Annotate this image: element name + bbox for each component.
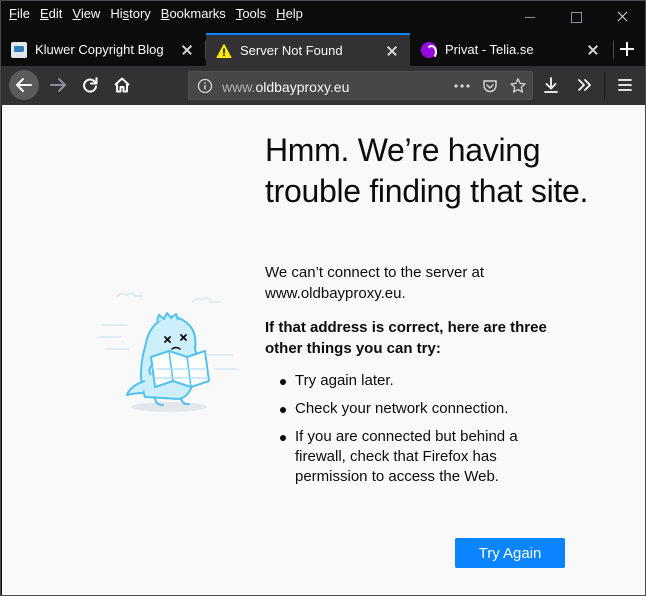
overflow-chevron-icon[interactable] — [575, 75, 595, 95]
reload-button[interactable] — [75, 70, 105, 100]
browser-window: File Edit View History Bookmarks Tools H… — [0, 0, 646, 596]
tab-server-not-found-label: Server Not Found — [240, 43, 343, 58]
tab-server-not-found[interactable]: Server Not Found — [206, 33, 410, 66]
list-item: If you are connected but behind a firewa… — [280, 427, 540, 487]
home-icon — [114, 77, 130, 93]
menu-items: File Edit View History Bookmarks Tools H… — [9, 6, 313, 22]
tab-separator — [613, 41, 614, 59]
menu-history[interactable]: History — [110, 6, 150, 22]
error-title: Hmm. We’re having trouble finding that s… — [265, 132, 589, 209]
url-text[interactable]: www.oldbayproxy.eu — [222, 79, 349, 95]
forward-arrow-icon — [50, 78, 66, 92]
menu-file[interactable]: File — [9, 6, 30, 22]
home-button[interactable] — [107, 70, 137, 100]
navigation-toolbar: www.oldbayproxy.eu — [1, 66, 645, 105]
page-actions-icon[interactable] — [453, 78, 471, 94]
info-icon[interactable] — [197, 78, 213, 94]
menu-help-mnemonic: H — [276, 6, 286, 21]
menu-edit[interactable]: Edit — [40, 6, 62, 22]
kluwer-favicon — [11, 41, 27, 58]
suggestions-heading: If that address is correct, here are thr… — [265, 319, 547, 357]
tab-telia-label: Privat - Telia.se — [445, 42, 534, 57]
tab-close-icon[interactable] — [179, 42, 195, 58]
bookmark-star-icon[interactable] — [509, 77, 527, 95]
menu-tools-label: ools — [242, 6, 267, 21]
url-bar[interactable]: www.oldbayproxy.eu — [188, 71, 533, 100]
pocket-icon[interactable] — [482, 78, 498, 94]
download-icon[interactable] — [541, 75, 561, 95]
menu-history-pre: Hi — [110, 6, 123, 21]
menu-edit-label: dit — [48, 6, 63, 21]
tab-close-icon[interactable] — [384, 43, 400, 59]
reload-icon — [83, 77, 98, 93]
menu-view-mnemonic: V — [72, 6, 81, 21]
menu-view[interactable]: View — [72, 6, 100, 22]
forward-button[interactable] — [43, 70, 73, 100]
menu-bookmarks[interactable]: Bookmarks — [161, 6, 226, 22]
error-description: We can’t connect to the server at www.ol… — [265, 264, 485, 302]
menu-history-label: tory — [129, 6, 151, 21]
menu-edit-mnemonic: E — [39, 6, 49, 21]
try-again-button[interactable]: Try Again — [455, 538, 565, 568]
menu-file-label: ile — [16, 6, 30, 21]
minimize-button[interactable] — [507, 1, 553, 33]
tab-close-icon[interactable] — [585, 42, 601, 58]
dinosaur-illustration — [97, 285, 247, 425]
new-tab-button[interactable] — [615, 37, 639, 61]
menu-file-mnemonic: F — [9, 6, 17, 21]
url-prefix: www. — [222, 79, 256, 95]
back-arrow-icon — [16, 78, 32, 92]
list-item: Try again later. — [280, 371, 540, 391]
menu-tools[interactable]: Tools — [236, 6, 266, 22]
window-controls — [507, 1, 645, 33]
hamburger-menu-icon[interactable] — [615, 75, 635, 95]
close-window-button[interactable] — [599, 1, 645, 33]
back-button[interactable] — [9, 70, 39, 100]
menubar: File Edit View History Bookmarks Tools H… — [1, 1, 645, 33]
error-page: Hmm. We’re having trouble finding that s… — [2, 105, 645, 595]
toolbar-divider — [604, 72, 605, 99]
suggestions-list: Try again later. Check your network conn… — [280, 371, 540, 495]
menu-help-label: elp — [285, 6, 303, 21]
list-item: Check your network connection. — [280, 399, 540, 419]
tab-telia[interactable]: Privat - Telia.se — [411, 33, 611, 66]
telia-favicon — [421, 41, 437, 59]
menu-view-label: iew — [80, 6, 101, 21]
warning-icon — [216, 43, 232, 59]
menu-bookmarks-label: ookmarks — [169, 6, 226, 21]
tab-strip: Kluwer Copyright Blog Server Not Found P… — [1, 33, 645, 66]
maximize-button[interactable] — [553, 1, 599, 33]
tab-kluwer-label: Kluwer Copyright Blog — [35, 42, 164, 57]
menu-help[interactable]: Help — [276, 6, 303, 22]
tab-kluwer[interactable]: Kluwer Copyright Blog — [1, 33, 205, 66]
url-domain: oldbayproxy.eu — [255, 79, 350, 95]
